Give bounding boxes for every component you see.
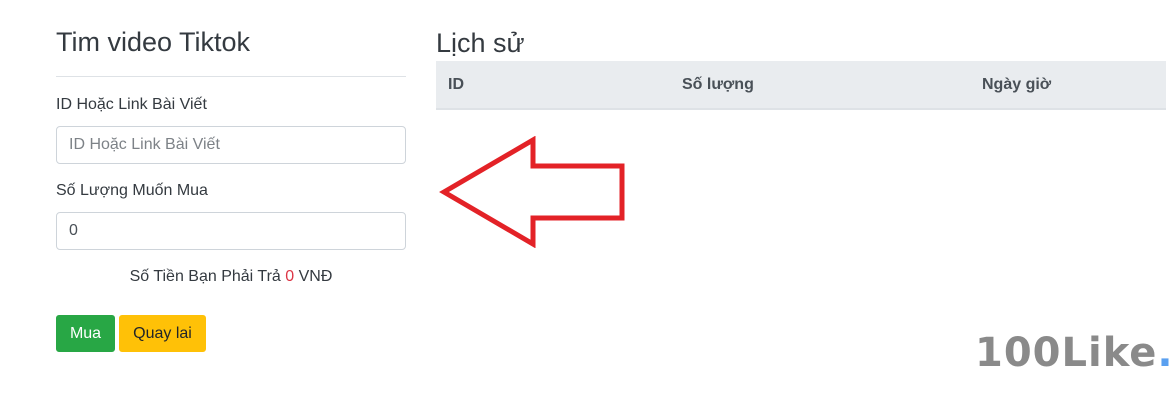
- history-title: Lịch sử: [436, 28, 525, 58]
- left-arrow-icon: [439, 136, 625, 248]
- form-title: Tim video Tiktok: [56, 27, 251, 57]
- price-currency: VNĐ: [298, 268, 333, 285]
- price-amount: 0: [285, 268, 295, 285]
- back-button[interactable]: Quay lai: [119, 315, 206, 352]
- price-prefix: Số Tiền Bạn Phải Trả: [129, 268, 281, 285]
- price-text: Số Tiền Bạn Phải Trả 0 VNĐ: [56, 268, 406, 286]
- brand-logo: 100Like.: [975, 330, 1172, 376]
- quantity-label: Số Lượng Muốn Mua: [56, 182, 208, 199]
- history-header-row: ID Số lượng Ngày giờ: [436, 61, 1166, 110]
- column-header-id[interactable]: ID: [436, 61, 670, 110]
- form-divider: [56, 76, 406, 77]
- link-input[interactable]: [56, 126, 406, 164]
- quantity-input[interactable]: [56, 212, 406, 250]
- brand-dot: .: [1157, 330, 1172, 376]
- column-header-quantity[interactable]: Số lượng: [670, 61, 970, 110]
- column-header-datetime[interactable]: Ngày giờ: [970, 61, 1166, 110]
- history-table: ID Số lượng Ngày giờ: [436, 61, 1166, 110]
- brand-name: 100Like: [975, 330, 1158, 376]
- link-label: ID Hoặc Link Bài Viết: [56, 96, 207, 113]
- buy-button[interactable]: Mua: [56, 315, 115, 352]
